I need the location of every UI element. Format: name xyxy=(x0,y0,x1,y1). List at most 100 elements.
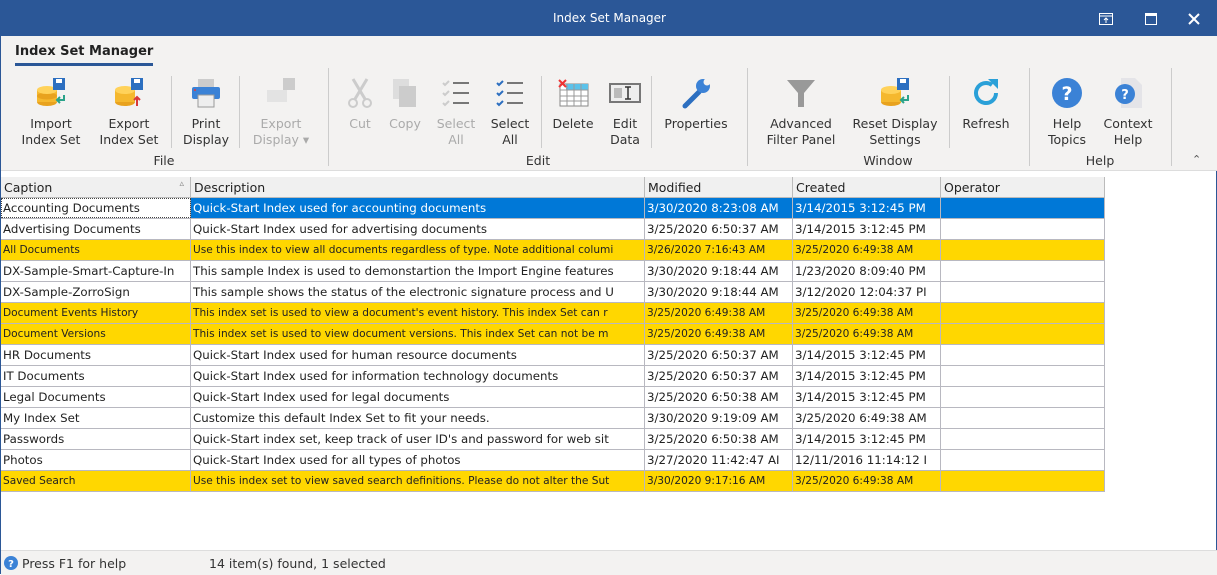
cell-operator[interactable] xyxy=(941,345,1105,365)
cell-operator[interactable] xyxy=(941,408,1105,428)
table-row[interactable]: All Documents Use this index to view all … xyxy=(1,240,1105,261)
cell-created[interactable]: 1/23/2020 8:09:40 PM xyxy=(793,261,941,281)
cell-description[interactable]: Quick-Start Index used for human resourc… xyxy=(191,345,645,365)
cell-caption[interactable]: IT Documents xyxy=(1,366,191,386)
cell-created[interactable]: 3/14/2015 3:12:45 PM xyxy=(793,219,941,239)
column-header-description[interactable]: Description xyxy=(191,177,645,197)
cell-description[interactable]: Quick-Start Index used for all types of … xyxy=(191,450,645,470)
cell-created[interactable]: 3/12/2020 12:04:37 PI xyxy=(793,282,941,302)
cell-caption[interactable]: My Index Set xyxy=(1,408,191,428)
cell-caption[interactable]: DX-Sample-ZorroSign xyxy=(1,282,191,302)
cell-operator[interactable] xyxy=(941,219,1105,239)
cell-created[interactable]: 3/14/2015 3:12:45 PM xyxy=(793,345,941,365)
cell-operator[interactable] xyxy=(941,387,1105,407)
column-header-caption[interactable]: Caption ▵ xyxy=(1,177,191,197)
select-all-button[interactable]: Select All xyxy=(475,76,545,148)
cell-modified[interactable]: 3/30/2020 9:18:44 AM xyxy=(645,282,793,302)
cell-modified[interactable]: 3/25/2020 6:50:38 AM xyxy=(645,429,793,449)
cell-created[interactable]: 3/25/2020 6:49:38 AM xyxy=(793,471,941,491)
cell-modified[interactable]: 3/25/2020 6:49:38 AM xyxy=(645,324,793,344)
cell-description[interactable]: This index set is used to view document … xyxy=(191,324,645,344)
cell-modified[interactable]: 3/25/2020 6:50:38 AM xyxy=(645,387,793,407)
cell-description[interactable]: Customize this default Index Set to fit … xyxy=(191,408,645,428)
cell-caption[interactable]: DX-Sample-Smart-Capture-In xyxy=(1,261,191,281)
cell-description[interactable]: Use this index to view all documents reg… xyxy=(191,240,645,260)
cell-description[interactable]: Quick-Start Index used for information t… xyxy=(191,366,645,386)
cell-created[interactable]: 3/25/2020 6:49:38 AM xyxy=(793,240,941,260)
column-header-operator[interactable]: Operator xyxy=(941,177,1105,197)
column-header-modified[interactable]: Modified xyxy=(645,177,793,197)
table-row[interactable]: Passwords Quick-Start index set, keep tra… xyxy=(1,429,1105,450)
cell-operator[interactable] xyxy=(941,240,1105,260)
cell-created[interactable]: 3/14/2015 3:12:45 PM xyxy=(793,366,941,386)
table-row[interactable]: Document Events History This index set is… xyxy=(1,303,1105,324)
cell-operator[interactable] xyxy=(941,303,1105,323)
cell-caption[interactable]: Document Versions xyxy=(1,324,191,344)
cell-operator[interactable] xyxy=(941,471,1105,491)
cell-description[interactable]: Quick-Start index set, keep track of use… xyxy=(191,429,645,449)
cell-operator[interactable] xyxy=(941,324,1105,344)
table-row[interactable]: Document Versions This index set is used … xyxy=(1,324,1105,345)
table-row[interactable]: Legal Documents Quick-Start Index used fo… xyxy=(1,387,1105,408)
cell-modified[interactable]: 3/27/2020 11:42:47 AI xyxy=(645,450,793,470)
cell-modified[interactable]: 3/30/2020 9:18:44 AM xyxy=(645,261,793,281)
edit-data-button[interactable]: Edit Data xyxy=(590,76,660,148)
print-display-button[interactable]: Print Display xyxy=(171,76,241,148)
cell-created[interactable]: 12/11/2016 11:14:12 I xyxy=(793,450,941,470)
cell-caption[interactable]: All Documents xyxy=(1,240,191,260)
help-topics-button[interactable]: ? Help Topics xyxy=(1032,76,1102,148)
properties-button[interactable]: Properties xyxy=(661,76,731,132)
cell-operator[interactable] xyxy=(941,198,1105,218)
cell-modified[interactable]: 3/25/2020 6:50:37 AM xyxy=(645,366,793,386)
cell-description[interactable]: Quick-Start Index used for advertising d… xyxy=(191,219,645,239)
cell-caption[interactable]: HR Documents xyxy=(1,345,191,365)
collapse-ribbon-button[interactable]: ⌃ xyxy=(1192,153,1201,166)
advanced-filter-panel-button[interactable]: Advanced Filter Panel xyxy=(759,76,843,148)
cell-operator[interactable] xyxy=(941,261,1105,281)
cell-caption[interactable]: Legal Documents xyxy=(1,387,191,407)
cell-description[interactable]: This index set is used to view a documen… xyxy=(191,303,645,323)
cell-created[interactable]: 3/25/2020 6:49:38 AM xyxy=(793,324,941,344)
cell-description[interactable]: Quick-Start Index used for legal documen… xyxy=(191,387,645,407)
table-row[interactable]: DX-Sample-Smart-Capture-In This sample In… xyxy=(1,261,1105,282)
table-row[interactable]: Accounting Documents Quick-Start Index us… xyxy=(1,198,1105,219)
cell-caption[interactable]: Accounting Documents xyxy=(1,198,191,218)
context-help-button[interactable]: ? Context Help xyxy=(1093,76,1163,148)
cell-description[interactable]: This sample Index is used to demonstarti… xyxy=(191,261,645,281)
cell-caption[interactable]: Passwords xyxy=(1,429,191,449)
cell-caption[interactable]: Photos xyxy=(1,450,191,470)
cell-created[interactable]: 3/14/2015 3:12:45 PM xyxy=(793,429,941,449)
cell-description[interactable]: This sample shows the status of the elec… xyxy=(191,282,645,302)
restore-button[interactable] xyxy=(1086,1,1126,36)
tab-index-set-manager[interactable]: Index Set Manager xyxy=(15,44,154,66)
cell-caption[interactable]: Advertising Documents xyxy=(1,219,191,239)
cell-created[interactable]: 3/14/2015 3:12:45 PM xyxy=(793,387,941,407)
table-row[interactable]: Saved Search Use this index set to view s… xyxy=(1,471,1105,492)
cell-operator[interactable] xyxy=(941,450,1105,470)
table-row[interactable]: HR Documents Quick-Start Index used for h… xyxy=(1,345,1105,366)
refresh-button[interactable]: Refresh xyxy=(951,76,1021,132)
cell-operator[interactable] xyxy=(941,429,1105,449)
cell-modified[interactable]: 3/25/2020 6:49:38 AM xyxy=(645,303,793,323)
reset-display-settings-button[interactable]: Reset Display Settings xyxy=(849,76,941,148)
import-index-set-button[interactable]: Import Index Set xyxy=(16,76,86,148)
table-row[interactable]: IT Documents Quick-Start Index used for i… xyxy=(1,366,1105,387)
cell-modified[interactable]: 3/30/2020 8:23:08 AM xyxy=(645,198,793,218)
close-button[interactable] xyxy=(1174,1,1214,36)
cell-created[interactable]: 3/14/2015 3:12:45 PM xyxy=(793,198,941,218)
export-index-set-button[interactable]: Export Index Set xyxy=(94,76,164,148)
cell-operator[interactable] xyxy=(941,366,1105,386)
cell-created[interactable]: 3/25/2020 6:49:38 AM xyxy=(793,408,941,428)
table-row[interactable]: My Index Set Customize this default Index… xyxy=(1,408,1105,429)
cell-modified[interactable]: 3/30/2020 9:19:09 AM xyxy=(645,408,793,428)
cell-caption[interactable]: Document Events History xyxy=(1,303,191,323)
cell-description[interactable]: Use this index set to view saved search … xyxy=(191,471,645,491)
cell-modified[interactable]: 3/30/2020 9:17:16 AM xyxy=(645,471,793,491)
cell-operator[interactable] xyxy=(941,282,1105,302)
maximize-button[interactable] xyxy=(1131,1,1171,36)
table-row[interactable]: Photos Quick-Start Index used for all typ… xyxy=(1,450,1105,471)
table-row[interactable]: Advertising Documents Quick-Start Index u… xyxy=(1,219,1105,240)
column-header-created[interactable]: Created xyxy=(793,177,941,197)
cell-modified[interactable]: 3/25/2020 6:50:37 AM xyxy=(645,345,793,365)
cell-created[interactable]: 3/25/2020 6:49:38 AM xyxy=(793,303,941,323)
